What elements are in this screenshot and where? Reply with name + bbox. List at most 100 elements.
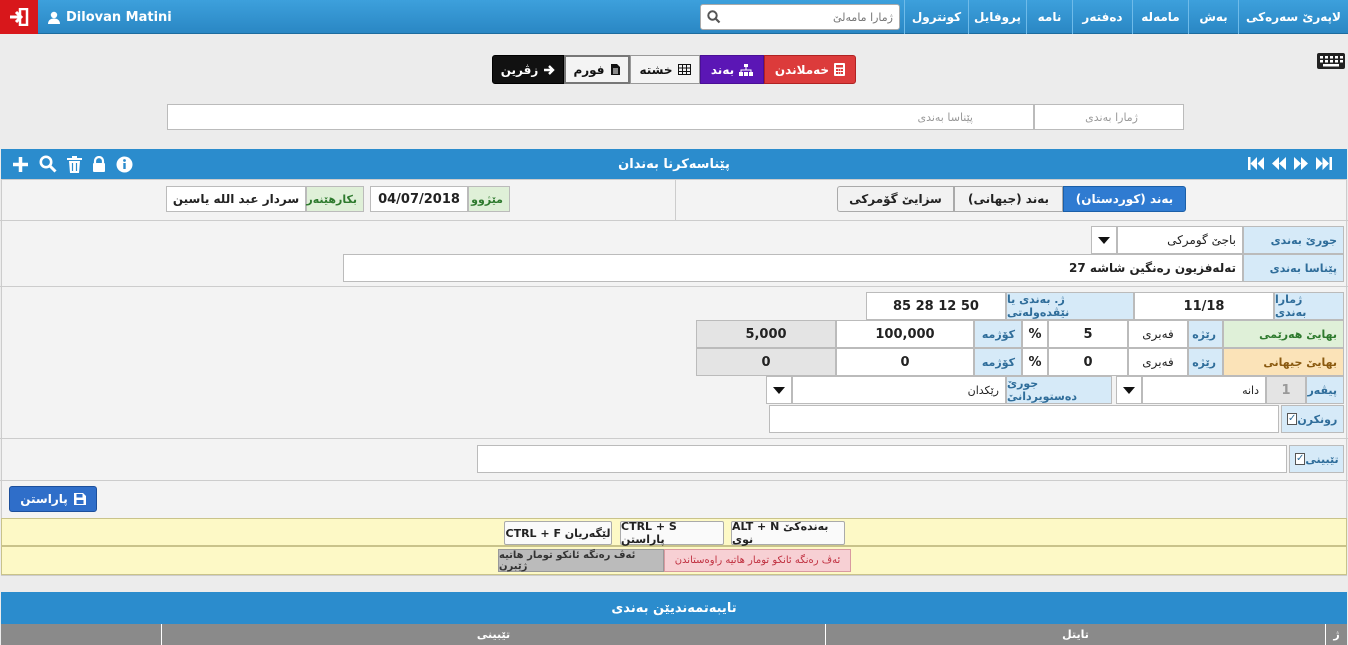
col-number[interactable]: ژ [1326, 624, 1347, 645]
type-label: جورێ بەندی [1243, 226, 1344, 254]
user-label: بکارهێنەر [306, 186, 364, 212]
date-value: 04/07/2018 [370, 186, 468, 212]
shortcut-find: CTRL + F لێگەریان [504, 521, 612, 545]
explain-checkbox[interactable]: ✓ [1287, 413, 1298, 425]
global-fabri: فەبری [1128, 348, 1188, 376]
save-button[interactable]: پاراستن [9, 486, 97, 512]
calc-tab[interactable]: خەملاندن [764, 55, 856, 84]
unit-qty: 1 [1266, 376, 1306, 404]
logout-button[interactable] [0, 0, 38, 34]
type-dropdown-button[interactable] [1091, 226, 1117, 254]
regional-total: 5,000 [696, 320, 836, 348]
keyboard-icon[interactable] [1316, 52, 1346, 73]
save-label: پاراستن [20, 492, 68, 506]
current-user[interactable]: Dilovan Matini [48, 0, 172, 34]
first-record-icon[interactable] [1248, 157, 1264, 170]
regional-rate-label: رێژە [1188, 320, 1223, 348]
global-rate-input[interactable]: 0 [1048, 348, 1128, 376]
sub-tab-kurdistan[interactable]: بەند (کوردستان) [1063, 186, 1186, 212]
sub-tab-global[interactable]: بەند (جیهانی) [954, 186, 1063, 212]
user-icon [48, 11, 60, 24]
info-icon[interactable] [116, 156, 133, 173]
intl-number-input[interactable]: 85 28 12 50 [866, 292, 1006, 320]
arrow-right-icon [544, 64, 555, 75]
back-button[interactable]: زڤرین [492, 55, 564, 84]
document-icon [610, 64, 620, 75]
divider [0, 286, 1348, 287]
properties-table-header: تێبینی تایتل ژ [1, 624, 1347, 645]
calculator-icon [834, 63, 846, 76]
global-value-input[interactable]: 0 [836, 348, 974, 376]
table-tab[interactable]: خشتە [630, 55, 700, 84]
note-label: تێبینی [1305, 452, 1339, 466]
sub-tab-penalty[interactable]: سزایێ گۆمرکی [837, 186, 954, 212]
nav-home[interactable]: لاپەرێ سەرەکی [1238, 0, 1348, 34]
col-note[interactable]: تێبینی [162, 624, 826, 645]
form-tab[interactable]: فورم [564, 55, 630, 84]
explain-label-box: ✓ رونکرن [1281, 405, 1344, 433]
plus-icon[interactable] [12, 156, 29, 173]
table-tab-label: خشتە [639, 62, 673, 77]
search-icon[interactable] [39, 155, 57, 173]
note-input[interactable] [477, 445, 1287, 473]
unit-label: پیڤەر [1306, 376, 1344, 404]
user-name: Dilovan Matini [66, 9, 172, 25]
note-label-box: ✓ تێبینی [1289, 445, 1344, 473]
instr-select[interactable]: رێکدان [792, 376, 1006, 404]
band-tab[interactable]: بەند [700, 55, 764, 84]
nav-control[interactable]: کونترول [904, 0, 968, 34]
properties-title: تایبەتمەندیێن بەندی [611, 600, 737, 616]
chevron-down-icon [1098, 236, 1110, 244]
search-input[interactable] [727, 10, 893, 24]
type-select[interactable]: باجێ گومرکی [1117, 226, 1243, 254]
col-empty [1, 624, 162, 645]
divider [0, 220, 1348, 221]
nav-transaction[interactable]: مامەلە [1132, 0, 1188, 34]
divider [0, 438, 1348, 439]
def-input[interactable]: تەلەفزیون رەنگین شاشە 27 [343, 254, 1243, 282]
floppy-disk-icon [73, 493, 86, 505]
logout-icon [10, 8, 29, 26]
global-price-label: بهایێ جیهانی [1223, 348, 1344, 376]
next-record-icon[interactable] [1294, 157, 1308, 170]
properties-header: تایبەتمەندیێن بەندی [1, 592, 1347, 624]
search-icon [707, 10, 721, 24]
band-number-input[interactable]: 11/18 [1134, 292, 1274, 320]
instr-label: جورێ دەستویردانێ [1006, 376, 1112, 404]
lock-icon[interactable] [92, 156, 106, 172]
unit-dropdown-button[interactable] [1116, 376, 1142, 404]
nav-profile[interactable]: پروفایل [968, 0, 1026, 34]
table-icon [677, 64, 691, 75]
note-checkbox[interactable]: ✓ [1295, 453, 1306, 465]
global-total: 0 [696, 348, 836, 376]
explain-input[interactable] [769, 405, 1279, 433]
regional-value-input[interactable]: 100,000 [836, 320, 974, 348]
shortcut-new: ALT + N بەندەکێ نوی [731, 520, 845, 546]
nav-section[interactable]: بەش [1188, 0, 1238, 34]
filter-def-input[interactable]: پێناسا بەندی [167, 104, 1034, 130]
regional-rate-input[interactable]: 5 [1048, 320, 1128, 348]
sitemap-icon [739, 63, 754, 76]
panel-actions [12, 155, 133, 173]
filter-number-input[interactable]: ژمارا بەندی [1034, 104, 1184, 130]
regional-fabri: فەبری [1128, 320, 1188, 348]
previous-record-icon[interactable] [1272, 157, 1286, 170]
nav-ledger[interactable]: دەفتەر [1072, 0, 1132, 34]
trash-icon[interactable] [67, 155, 82, 173]
col-title[interactable]: تایتل [826, 624, 1326, 645]
unit-select[interactable]: دانە [1142, 376, 1266, 404]
last-record-icon[interactable] [1316, 157, 1332, 170]
date-label: مێژوو [468, 186, 510, 212]
nav-letter[interactable]: نامە [1026, 0, 1072, 34]
record-navigation [1248, 157, 1332, 170]
regional-price-label: بهایێ هەرێمی [1223, 320, 1344, 348]
divider [675, 180, 676, 220]
regional-total-label: کۆژمە [974, 320, 1022, 348]
user-value: سردار عبد الله یاسین [166, 186, 306, 212]
instr-dropdown-button[interactable] [766, 376, 792, 404]
chevron-down-icon [1123, 386, 1135, 394]
legend-suspended: ئەڤ رەنگە ئانکو تومار هاتیە راوەستاندن [664, 549, 851, 572]
back-label: زڤرین [500, 62, 539, 77]
shortcut-save: CTRL + S پاراستن [620, 520, 724, 546]
search-box[interactable] [700, 4, 900, 30]
